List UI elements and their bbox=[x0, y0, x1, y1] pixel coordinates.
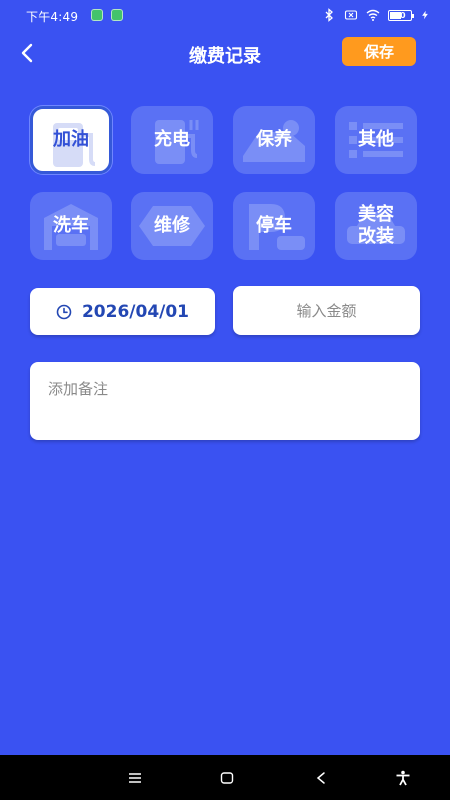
category-parking[interactable]: 停车 bbox=[233, 192, 315, 260]
battery-level: 50 bbox=[394, 10, 406, 20]
bluetooth-icon bbox=[325, 8, 333, 22]
note-input[interactable] bbox=[30, 362, 420, 440]
category-charging[interactable]: 充电 bbox=[131, 106, 213, 174]
menu-nav-button[interactable] bbox=[122, 765, 148, 791]
category-fuel[interactable]: 加油 bbox=[30, 106, 112, 174]
category-label: 洗车 bbox=[53, 215, 89, 236]
notification-app-icon bbox=[91, 9, 103, 21]
status-icons: 50 bbox=[322, 7, 430, 23]
date-value: 2026/04/01 bbox=[81, 301, 190, 322]
status-time: 下午4:49 bbox=[26, 10, 79, 24]
category-other[interactable]: 其他 bbox=[335, 106, 417, 174]
category-maintenance[interactable]: 保养 bbox=[233, 106, 315, 174]
battery-indicator: 50 bbox=[388, 9, 414, 21]
category-label: 停车 bbox=[256, 215, 292, 236]
home-nav-button[interactable] bbox=[214, 765, 240, 791]
back-nav-button[interactable] bbox=[308, 765, 334, 791]
home-square-icon bbox=[220, 772, 234, 784]
category-label: 保养 bbox=[256, 129, 292, 150]
category-car-wash[interactable]: 洗车 bbox=[30, 192, 112, 260]
back-triangle-icon bbox=[316, 772, 325, 784]
system-nav-bar bbox=[0, 755, 450, 800]
category-label: 加油 bbox=[53, 129, 89, 150]
accessibility-icon bbox=[396, 770, 410, 786]
header: 缴费记录 保存 bbox=[0, 30, 450, 76]
accessibility-button[interactable] bbox=[390, 765, 416, 791]
menu-icon bbox=[129, 773, 141, 783]
clock-icon bbox=[56, 304, 72, 319]
notification-app-icon bbox=[111, 9, 123, 21]
category-modification[interactable]: 美容改装 bbox=[335, 192, 417, 260]
category-label: 美容改装 bbox=[358, 204, 394, 247]
charging-bolt-icon bbox=[422, 10, 428, 20]
sim-blocked-icon bbox=[344, 10, 358, 20]
status-bar: 下午4:49 50 bbox=[0, 0, 450, 30]
category-label: 维修 bbox=[154, 215, 190, 236]
date-picker-button[interactable]: 2026/04/01 bbox=[30, 288, 215, 335]
amount-input[interactable] bbox=[233, 286, 420, 335]
wifi-icon bbox=[366, 9, 380, 21]
save-button[interactable]: 保存 bbox=[342, 37, 416, 66]
category-repair[interactable]: 维修 bbox=[131, 192, 213, 260]
category-label: 充电 bbox=[154, 129, 190, 150]
category-label: 其他 bbox=[358, 129, 394, 150]
